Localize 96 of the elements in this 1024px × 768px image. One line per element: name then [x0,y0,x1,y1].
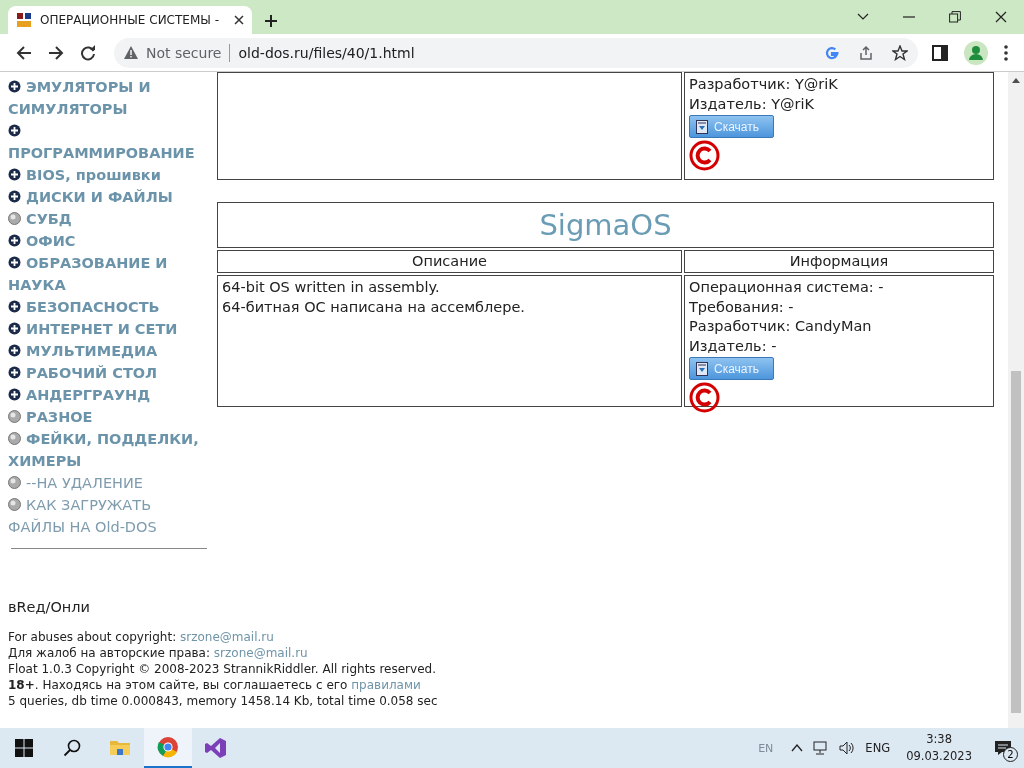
notification-button[interactable]: 2 [988,733,1018,763]
sidebar-link[interactable]: ДИСКИ И ФАЙЛЫ [8,186,210,208]
download-icon [696,119,708,134]
download-icon [696,361,708,376]
clock-date[interactable]: 09.03.2023 [906,748,972,765]
close-icon[interactable] [995,11,1007,23]
plus-circle-icon[interactable] [8,256,21,269]
info-text: Операционная система: - [689,278,885,297]
plus-circle-icon[interactable] [8,388,21,401]
footer-link[interactable]: srzone@mail.ru [180,630,274,644]
site-favicon [16,12,32,28]
signature-text: вRед/Онли [8,599,92,615]
description-text: 64-битная ОС написана на ассемблере. [222,297,526,317]
plus-circle-icon[interactable] [8,168,21,181]
sidebar-link[interactable]: РАЗНОЕ [8,406,210,428]
footer-text: Для жалоб на авторские права: srzone@mail.ru [8,645,309,661]
info-text: Разработчик: CandyMan [689,317,873,336]
clock-time[interactable]: 3:38 [926,731,952,748]
windows-logo-icon [15,739,33,757]
url-text: old-dos.ru/files/40/1.html [238,44,416,61]
sidebar-link[interactable]: СУБД [8,208,210,230]
warning-icon [123,46,138,59]
column-header: Описание [217,249,682,273]
sidebar-link[interactable]: МУЛЬТИМЕДИА [8,340,210,362]
network-icon[interactable] [813,741,830,755]
close-icon[interactable] [234,15,244,25]
info-text: Издатель: - [689,336,778,356]
footer-link[interactable]: srzone@mail.ru [213,646,308,660]
reload-icon[interactable] [79,44,96,61]
description-text: 64-bit OS written in assembly. [222,278,441,297]
copyright-icon [689,382,720,413]
forward-arrow-icon[interactable] [48,44,64,61]
plus-circle-icon[interactable] [8,344,21,357]
program-title: SigmaOS [217,201,994,248]
search-icon [63,739,81,757]
sidebar-link[interactable]: BIOS, прошивки [8,164,210,186]
language-indicator[interactable]: ENG [865,741,891,755]
sidebar-link[interactable]: ПРОГРАММИРОВАНИЕ [8,120,210,164]
bullet-icon [8,410,21,423]
plus-circle-icon[interactable] [8,80,21,93]
footer-text: Float 1.0.3 Copyright © 2008-2023 StrannikRiddler. All rights reserved. [8,661,437,677]
sidebar-link[interactable]: ОБРАЗОВАНИЕ И НАУКА [8,252,210,296]
download-button[interactable]: Скачать [689,357,774,380]
chevron-down-icon[interactable] [857,13,869,21]
plus-circle-icon[interactable] [8,234,21,247]
sidebar-link[interactable]: --НА УДАЛЕНИЕ [8,472,210,494]
browser-logo-icon [157,736,179,758]
input-indicator[interactable]: EN [758,741,774,755]
column-header: Информация [684,249,994,273]
info-text: Требования: - [689,297,795,317]
info-text: Издатель: Y@riK [689,94,815,114]
scroll-thumb[interactable] [1011,371,1021,713]
browser-tab[interactable]: ОПЕРАЦИОННЫЕ СИСТЕМЫ - [8,6,252,34]
share-icon[interactable] [858,44,875,61]
footer-text: 18+. Находясь на этом сайте, вы соглашаетесь с его правилами [8,677,422,693]
plus-circle-icon[interactable] [8,366,21,379]
footer-text: 5 queries, db time 0.000843, memory 1458.14 Kb, total time 0.058 sec [8,693,439,709]
bullet-icon [8,212,21,225]
footer-link[interactable]: правилами [351,678,421,692]
tab-title: ОПЕРАЦИОННЫЕ СИСТЕМЫ - [40,13,220,27]
sidebar-link[interactable]: РАБОЧИЙ СТОЛ [8,362,210,384]
address-bar[interactable]: Not secure old-dos.ru/files/40/1.html [113,37,919,68]
sidebar-link[interactable]: ОФИС [8,230,210,252]
sidebar-link[interactable]: КАК ЗАГРУЖАТЬ ФАЙЛЫ НА Old-DOS [8,494,210,538]
more-menu-icon[interactable] [1004,44,1008,61]
sidebar-link[interactable]: БЕЗОПАСНОСТЬ [8,296,210,318]
bullet-icon [8,498,21,511]
plus-circle-icon[interactable] [8,124,21,137]
sidebar-link[interactable]: АНДЕРГРАУНД [8,384,210,406]
restore-icon[interactable] [949,11,961,23]
new-tab-icon[interactable] [264,14,278,28]
profile-avatar[interactable] [964,40,988,65]
plus-circle-icon[interactable] [8,300,21,313]
side-panel-icon[interactable] [932,44,949,61]
bullet-icon [8,476,21,489]
info-text: Разработчик: Y@riK [689,75,839,94]
google-icon[interactable] [824,44,841,61]
ide-logo-icon [205,737,227,759]
notification-count: 2 [1003,747,1018,762]
back-arrow-icon[interactable] [16,44,32,61]
security-label: Not secure [145,44,222,61]
sidebar-link[interactable]: ФЕЙКИ, ПОДДЕЛКИ, ХИМЕРЫ [8,428,210,472]
taskbar-app-button[interactable] [144,728,192,768]
footer-text: For abuses about copyright: srzone@mail.ru [8,629,275,645]
star-icon[interactable] [892,44,909,61]
chevron-up-icon[interactable] [791,744,804,752]
volume-icon[interactable] [839,741,856,755]
plus-circle-icon[interactable] [8,190,21,203]
sidebar-link[interactable]: ЭМУЛЯТОРЫ И СИМУЛЯТОРЫ [8,76,210,120]
scroll-up-icon[interactable] [1012,78,1020,83]
scrollbar[interactable] [1008,72,1024,728]
download-button[interactable]: Скачать [689,115,774,138]
sidebar-link[interactable]: ИНТЕРНЕТ И СЕТИ [8,318,210,340]
copyright-icon [689,140,720,171]
plus-circle-icon[interactable] [8,322,21,335]
bullet-icon [8,432,21,445]
